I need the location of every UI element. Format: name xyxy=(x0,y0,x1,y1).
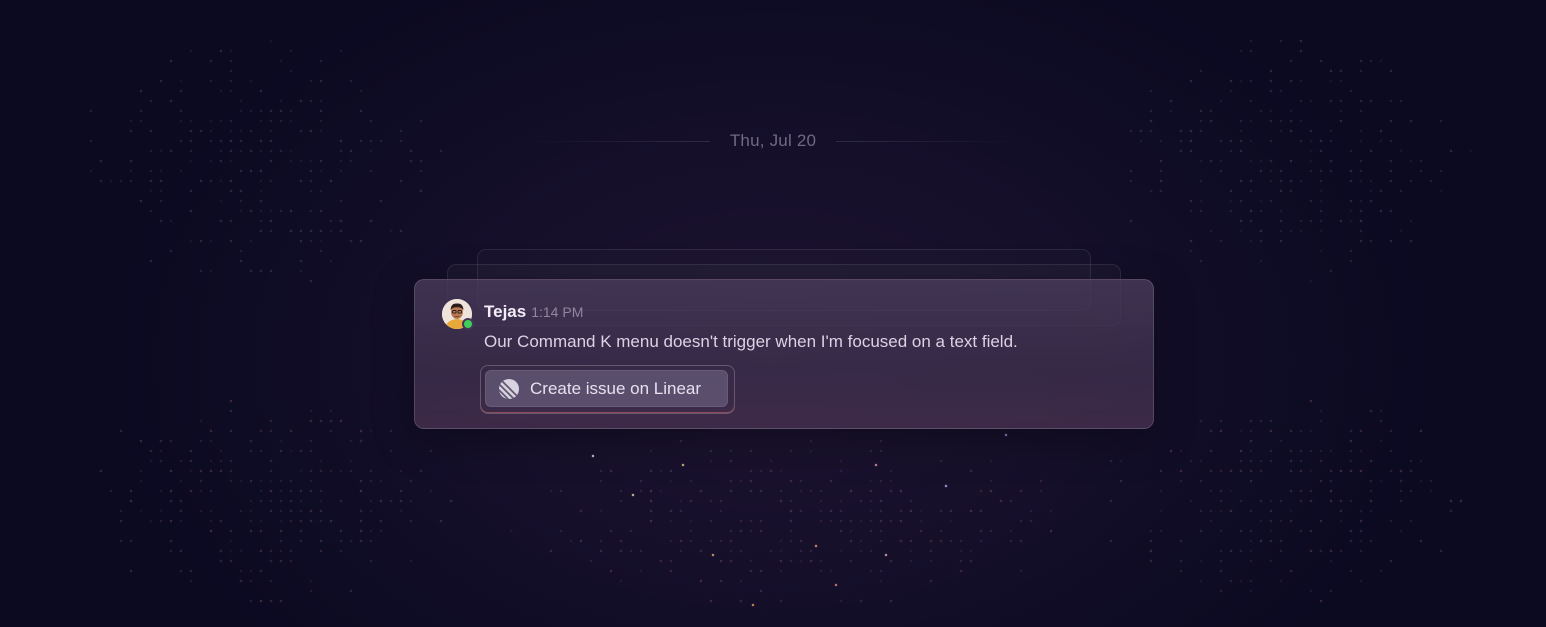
user-avatar[interactable] xyxy=(442,299,474,330)
divider-line-left xyxy=(520,140,710,142)
date-divider: Thu, Jul 20 xyxy=(520,128,1026,154)
message-author[interactable]: Tejas xyxy=(484,302,526,322)
message-header: Tejas 1:14 PM xyxy=(484,302,583,322)
message-card: Tejas 1:14 PM Our Command K menu doesn't… xyxy=(414,279,1154,429)
message-body: Our Command K menu doesn't trigger when … xyxy=(484,332,1018,351)
message-timestamp: 1:14 PM xyxy=(531,304,584,320)
online-status-indicator xyxy=(462,318,474,330)
create-issue-button-label: Create issue on Linear xyxy=(530,378,702,398)
action-button-focus-ring: Create issue on Linear xyxy=(480,365,735,414)
create-issue-button[interactable]: Create issue on Linear xyxy=(485,370,728,407)
date-label: Thu, Jul 20 xyxy=(729,131,817,150)
divider-line-right xyxy=(836,140,1026,142)
linear-logo-icon xyxy=(499,378,519,399)
